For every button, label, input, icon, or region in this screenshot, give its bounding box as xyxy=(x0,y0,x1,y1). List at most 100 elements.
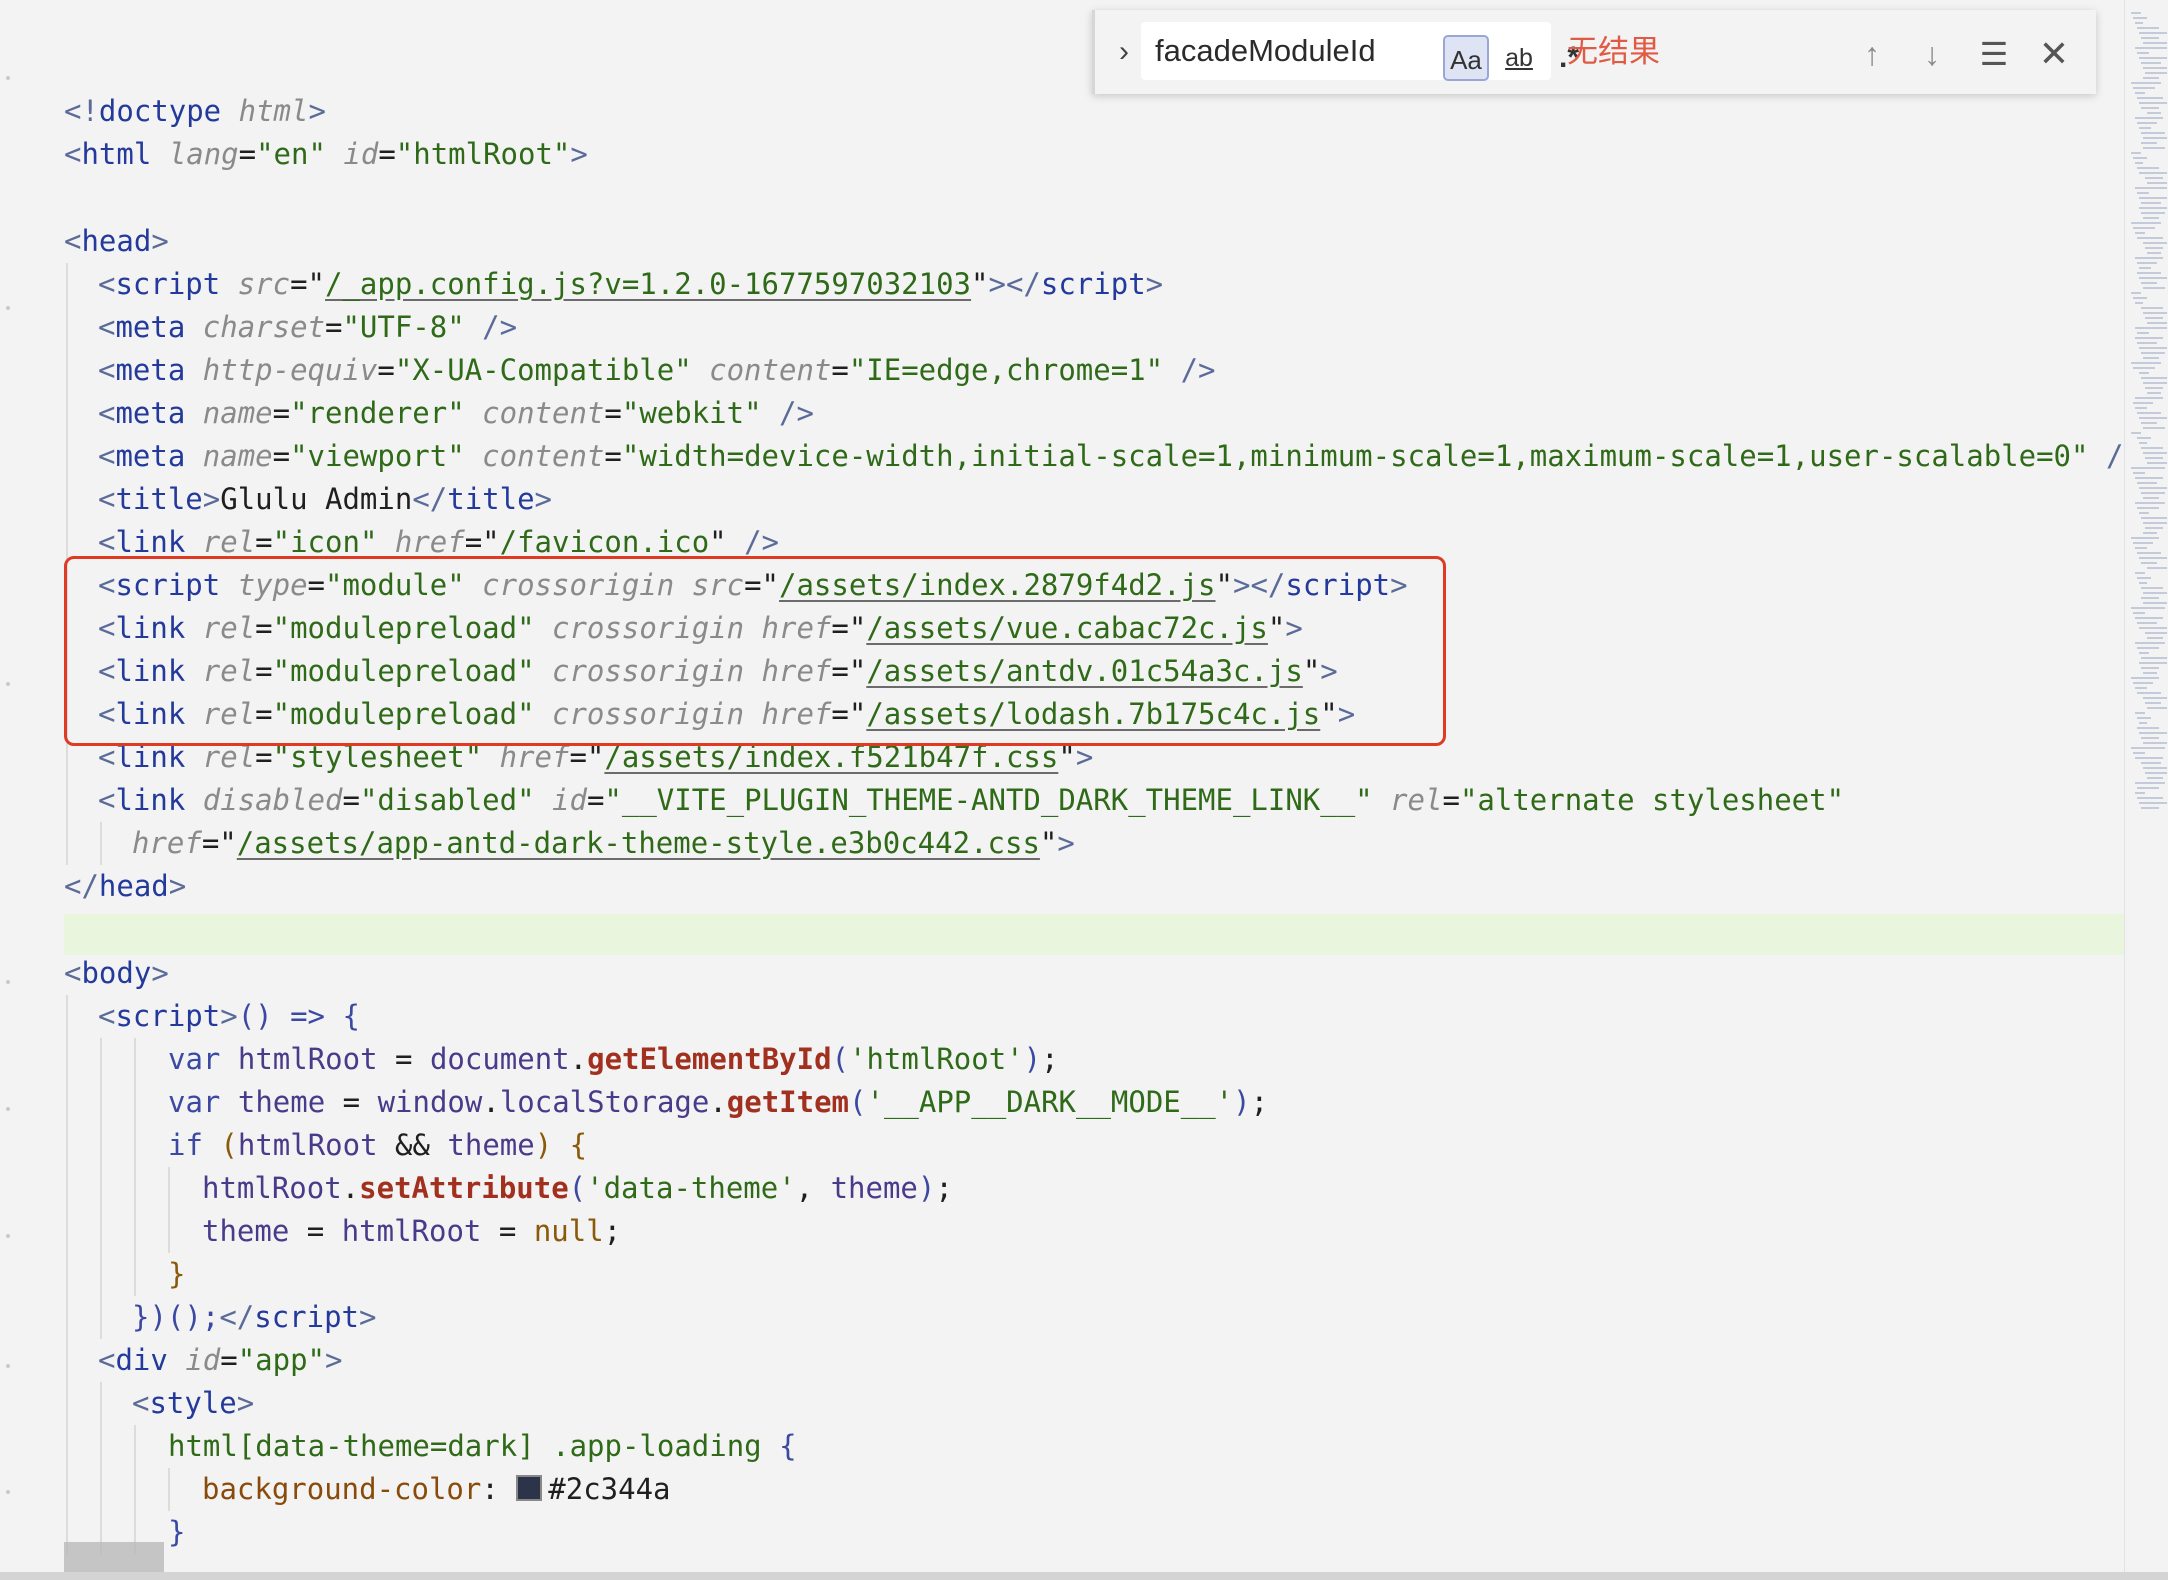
code-link[interactable]: /favicon.ico xyxy=(500,525,710,559)
code-line[interactable]: <meta name="renderer" content="webkit" /… xyxy=(0,392,814,435)
code-token: disabled xyxy=(202,783,343,817)
minimap-line xyxy=(2137,272,2161,274)
match-case-toggle[interactable]: Aa xyxy=(1443,35,1489,81)
code-link[interactable]: /assets/app-antd-dark-theme-style.e3b0c4… xyxy=(237,826,1040,860)
minimap-line xyxy=(2133,682,2153,684)
find-input-value: facadeModuleId xyxy=(1155,33,1376,68)
minimap-line xyxy=(2137,122,2157,124)
code-link[interactable]: /_app.config.js?v=1.2.0-1677597032103 xyxy=(325,267,971,301)
minimap-line xyxy=(2133,402,2153,404)
code-line[interactable]: } xyxy=(0,1253,185,1296)
code-line[interactable]: </head> xyxy=(0,865,186,908)
code-token: theme xyxy=(237,1085,326,1119)
minimap-line xyxy=(2145,387,2163,389)
code-token: link xyxy=(115,783,186,817)
code-line[interactable]: var theme = window.localStorage.getItem(… xyxy=(0,1081,1268,1124)
code-line[interactable]: <link disabled="disabled" id="__VITE_PLU… xyxy=(0,779,1844,822)
minimap[interactable] xyxy=(2124,0,2168,1572)
code-line[interactable]: <body> xyxy=(0,952,169,995)
color-swatch[interactable] xyxy=(516,1475,543,1501)
minimap-line xyxy=(2137,52,2149,54)
minimap-line xyxy=(2143,532,2157,534)
minimap-line xyxy=(2139,557,2167,559)
code-line[interactable]: })();</script> xyxy=(0,1296,376,1339)
code-editor[interactable]: <!doctype html> <html lang="en" id="html… xyxy=(0,0,2124,1572)
minimap-line xyxy=(2143,522,2167,524)
code-token: <! xyxy=(64,94,99,128)
code-line[interactable]: href="/assets/app-antd-dark-theme-style.… xyxy=(0,822,1075,865)
code-token: script xyxy=(115,267,221,301)
code-line[interactable]: <meta name="viewport" content="width=dev… xyxy=(0,435,2124,478)
code-token: theme xyxy=(830,1171,918,1205)
minimap-line xyxy=(2143,767,2167,769)
code-token: () => { xyxy=(237,999,360,1033)
code-token: script xyxy=(1040,267,1146,301)
arrow-up-icon[interactable]: ↑ xyxy=(1850,32,1894,76)
code-line[interactable]: var htmlRoot = document.getElementById('… xyxy=(0,1038,1059,1081)
whole-word-toggle[interactable]: ab xyxy=(1497,35,1541,81)
minimap-line xyxy=(2145,702,2161,704)
minimap-line xyxy=(2137,717,2151,719)
code-token: })(); xyxy=(132,1300,220,1334)
code-token: name xyxy=(202,439,273,473)
minimap-line xyxy=(2143,77,2159,79)
code-line[interactable]: <head> xyxy=(0,220,169,263)
code-token: head xyxy=(81,224,152,258)
code-line[interactable]: <div id="app"> xyxy=(0,1339,343,1382)
code-token: htmlRoot xyxy=(202,1171,342,1205)
code-line[interactable]: html[data-theme=dark] .app-loading { xyxy=(0,1425,797,1468)
code-token: script xyxy=(115,999,221,1033)
code-token: "width=device-width,initial-scale=1,mini… xyxy=(621,439,2089,473)
code-line[interactable]: background-color: #2c344a xyxy=(0,1468,671,1511)
code-token: title xyxy=(115,482,203,516)
gutter-marker xyxy=(6,76,10,80)
horizontal-scrollbar-thumb[interactable] xyxy=(64,1542,164,1572)
minimap-line xyxy=(2143,287,2165,289)
code-token: htmlRoot xyxy=(237,1042,378,1076)
minimap-line xyxy=(2141,762,2161,764)
code-line[interactable]: if (htmlRoot && theme) { xyxy=(0,1124,587,1167)
code-line[interactable]: <style> xyxy=(0,1382,254,1425)
minimap-line xyxy=(2133,752,2145,754)
code-token: htmlRoot xyxy=(341,1214,482,1248)
arrow-down-icon[interactable]: ↓ xyxy=(1910,32,1954,76)
close-icon[interactable]: ✕ xyxy=(2032,32,2076,76)
code-line[interactable]: <script>() => { xyxy=(0,995,360,1038)
minimap-line xyxy=(2141,282,2157,284)
code-token: Glulu Admin xyxy=(220,482,413,516)
code-line[interactable]: <meta http-equiv="X-UA-Compatible" conte… xyxy=(0,349,1216,392)
code-token: html xyxy=(238,94,309,128)
code-line[interactable]: <meta charset="UTF-8" /> xyxy=(0,306,517,349)
minimap-line xyxy=(2139,277,2167,279)
minimap-line xyxy=(2135,117,2163,119)
code-token: if xyxy=(168,1128,203,1162)
code-token: localStorage xyxy=(499,1085,710,1119)
minimap-line xyxy=(2143,312,2167,314)
minimap-line xyxy=(2143,672,2157,674)
find-input[interactable]: facadeModuleId Aa ab .* xyxy=(1141,22,1579,81)
minimap-line xyxy=(2141,37,2159,39)
minimap-line xyxy=(2133,472,2145,474)
minimap-line xyxy=(2143,427,2165,429)
code-line[interactable]: htmlRoot.setAttribute('data-theme', them… xyxy=(0,1167,953,1210)
code-token: "icon" xyxy=(272,525,378,559)
minimap-line xyxy=(2137,332,2149,334)
code-token: lang xyxy=(168,137,239,171)
code-token: "__VITE_PLUGIN_THEME-ANTD_DARK_THEME_LIN… xyxy=(604,783,1373,817)
annotation-highlight-box xyxy=(64,556,1446,746)
code-token: href xyxy=(132,826,202,860)
code-line[interactable]: theme = htmlRoot = null; xyxy=(0,1210,621,1253)
code-line[interactable]: <title>Glulu Admin</title> xyxy=(0,478,552,521)
minimap-line xyxy=(2135,302,2143,304)
find-in-selection-icon[interactable]: ☰ xyxy=(1972,32,2016,76)
code-token: html xyxy=(81,137,152,171)
code-line[interactable]: <!doctype html> xyxy=(0,90,326,133)
chevron-right-icon[interactable]: › xyxy=(1109,34,1139,70)
code-token: theme xyxy=(447,1128,535,1162)
minimap-line xyxy=(2137,97,2163,99)
minimap-line xyxy=(2133,227,2155,229)
minimap-line xyxy=(2137,482,2157,484)
code-line[interactable]: <script src="/_app.config.js?v=1.2.0-167… xyxy=(0,263,1163,306)
minimap-line xyxy=(2145,72,2167,74)
code-line[interactable]: <html lang="en" id="htmlRoot"> xyxy=(0,133,588,176)
